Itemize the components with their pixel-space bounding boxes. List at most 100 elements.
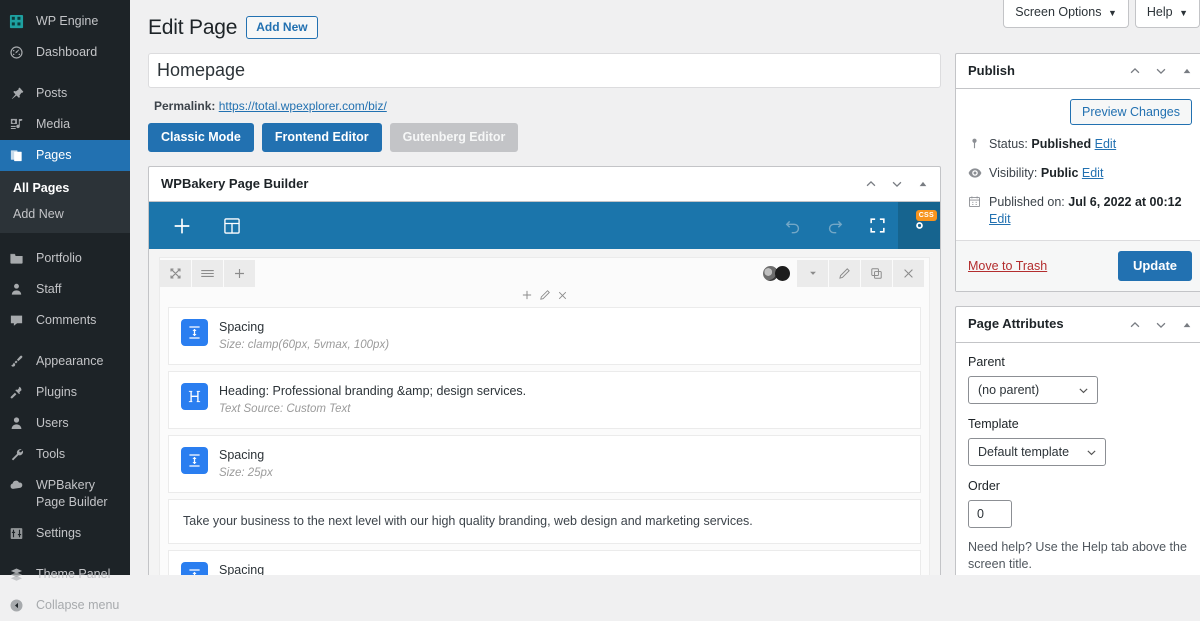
move-up-icon[interactable] [1122, 311, 1148, 339]
page-title-input[interactable] [148, 53, 941, 89]
preview-changes-button[interactable]: Preview Changes [1070, 99, 1192, 126]
sidebar-item-posts[interactable]: Posts [0, 78, 130, 109]
builder-element-text-block[interactable]: Take your business to the next level wit… [168, 499, 921, 545]
heading-h-icon [181, 383, 208, 411]
permalink-link[interactable]: https://total.wpexplorer.com/biz/ [219, 99, 387, 113]
row-controls-right [763, 259, 929, 287]
builder-element-spacing[interactable]: Spacing Size: 35px [168, 550, 921, 575]
template-select[interactable]: Default template [968, 437, 1106, 466]
post-body: Permalink: https://total.wpexplorer.com/… [148, 53, 1200, 575]
sidebar-item-tools[interactable]: Tools [0, 439, 130, 470]
move-up-icon[interactable] [858, 170, 884, 198]
sidebar-collapse-menu[interactable]: Collapse menu [0, 590, 130, 621]
screen-options-button[interactable]: Screen Options ▼ [1003, 0, 1129, 28]
submenu-item-all-pages[interactable]: All Pages [0, 175, 130, 201]
redo-arrow-icon[interactable] [814, 202, 856, 249]
parent-select[interactable]: (no parent) [968, 375, 1098, 404]
admin-screen: WP Engine Dashboard Posts Media Pages Al… [0, 0, 1200, 612]
toggle-panel-icon[interactable] [1174, 311, 1200, 339]
template-select-value: Default template [978, 444, 1070, 459]
permalink-row: Permalink: https://total.wpexplorer.com/… [154, 99, 941, 113]
handle-actions [1122, 311, 1200, 339]
help-button[interactable]: Help ▼ [1134, 0, 1200, 28]
move-down-icon[interactable] [884, 170, 910, 198]
sidebar-item-plugins[interactable]: Plugins [0, 377, 130, 408]
element-edit-icon[interactable] [539, 289, 551, 301]
builder-settings-gear-icon[interactable]: CSS [898, 202, 940, 250]
wpbakery-cloud-icon [9, 477, 29, 494]
published-on-edit-link[interactable]: Edit [989, 212, 1011, 226]
sidebar-item-portfolio[interactable]: Portfolio [0, 243, 130, 274]
sidebar-item-settings[interactable]: Settings [0, 518, 130, 549]
status-edit-link[interactable]: Edit [1095, 137, 1117, 151]
row-layout-columns-icon[interactable] [192, 259, 223, 287]
move-up-icon[interactable] [1122, 57, 1148, 85]
row-edit-pencil-icon[interactable] [829, 259, 860, 287]
spacing-icon [181, 562, 208, 575]
sidebar-item-appearance[interactable]: Appearance [0, 346, 130, 377]
gutenberg-editor-button[interactable]: Gutenberg Editor [389, 123, 519, 153]
move-down-icon[interactable] [1148, 57, 1174, 85]
status-label: Status: [989, 137, 1028, 152]
element-add-icon[interactable] [521, 289, 533, 301]
submenu-item-add-new[interactable]: Add New [0, 201, 130, 227]
row-drag-handle-icon[interactable] [160, 259, 191, 287]
sidebar-item-label: Pages [36, 148, 72, 162]
pages-submenu: All Pages Add New [0, 171, 130, 233]
help-label: Help [1146, 5, 1173, 19]
templates-layout-icon[interactable] [211, 202, 253, 249]
builder-row[interactable]: Spacing Size: clamp(60px, 5vmax, 100px) [159, 257, 930, 575]
builder-element-heading[interactable]: Heading: Professional branding &amp; des… [168, 371, 921, 430]
sidebar-item-wp-engine[interactable]: WP Engine [0, 6, 130, 37]
pin-icon [9, 85, 29, 102]
fullscreen-expand-icon[interactable] [856, 202, 898, 249]
order-input[interactable] [968, 499, 1012, 528]
page-wrap: Edit Page Add New Permalink: https://tot… [130, 0, 1200, 575]
sidebar-item-staff[interactable]: Staff [0, 274, 130, 305]
sidebar-item-pages[interactable]: Pages [0, 140, 138, 171]
undo-arrow-icon[interactable] [772, 202, 814, 249]
classic-mode-button[interactable]: Classic Mode [148, 123, 254, 153]
dashboard-gauge-icon [9, 44, 29, 61]
sidebar-item-label: Comments [36, 313, 97, 327]
builder-toolbar: CSS [149, 202, 940, 250]
sidebar-item-dashboard[interactable]: Dashboard [0, 37, 130, 68]
builder-element-spacing[interactable]: Spacing Size: clamp(60px, 5vmax, 100px) [168, 307, 921, 366]
parent-select-value: (no parent) [978, 382, 1040, 397]
element-delete-icon[interactable] [557, 290, 568, 301]
calendar-icon [968, 194, 989, 208]
visibility-label: Visibility: [989, 166, 1038, 181]
page-attributes-title: Page Attributes [968, 316, 1064, 332]
builder-element-spacing[interactable]: Spacing Size: 25px [168, 435, 921, 494]
wrench-icon [9, 446, 29, 463]
add-new-button[interactable]: Add New [246, 16, 318, 40]
status-text: Status: Published Edit [989, 136, 1116, 153]
sidebar-item-label: WP Engine [36, 14, 99, 28]
add-element-plus-icon[interactable] [161, 202, 203, 249]
user-icon [9, 415, 29, 432]
sidebar-item-media[interactable]: Media [0, 109, 130, 140]
row-add-element-icon[interactable] [224, 259, 255, 287]
move-to-trash-link[interactable]: Move to Trash [968, 259, 1047, 273]
move-down-icon[interactable] [1148, 311, 1174, 339]
row-clone-icon[interactable] [861, 259, 892, 287]
sidebar-item-label: Portfolio [36, 251, 82, 265]
template-label: Template [968, 416, 1019, 431]
sidebar-item-comments[interactable]: Comments [0, 305, 130, 336]
toggle-panel-icon[interactable] [1174, 57, 1200, 85]
avatar [775, 265, 790, 281]
sidebar-item-users[interactable]: Users [0, 408, 130, 439]
sidebar-item-label: Appearance [36, 354, 104, 368]
element-text: Heading: Professional branding &amp; des… [219, 383, 526, 417]
toggle-panel-icon[interactable] [910, 170, 936, 198]
publish-metabox: Publish Preview Changes Status: Publishe… [955, 53, 1200, 293]
frontend-editor-button[interactable]: Frontend Editor [261, 123, 382, 153]
editor-switch-row: Classic Mode Frontend Editor Gutenberg E… [148, 123, 941, 153]
update-button[interactable]: Update [1117, 251, 1192, 282]
pages-icon [9, 147, 29, 164]
sidebar-item-wpbakery[interactable]: WPBakery Page Builder [0, 470, 130, 518]
visibility-edit-link[interactable]: Edit [1082, 166, 1104, 180]
row-delete-x-icon[interactable] [893, 259, 924, 287]
menu-separator [0, 233, 130, 243]
row-dropdown-caret-icon[interactable] [797, 259, 828, 287]
